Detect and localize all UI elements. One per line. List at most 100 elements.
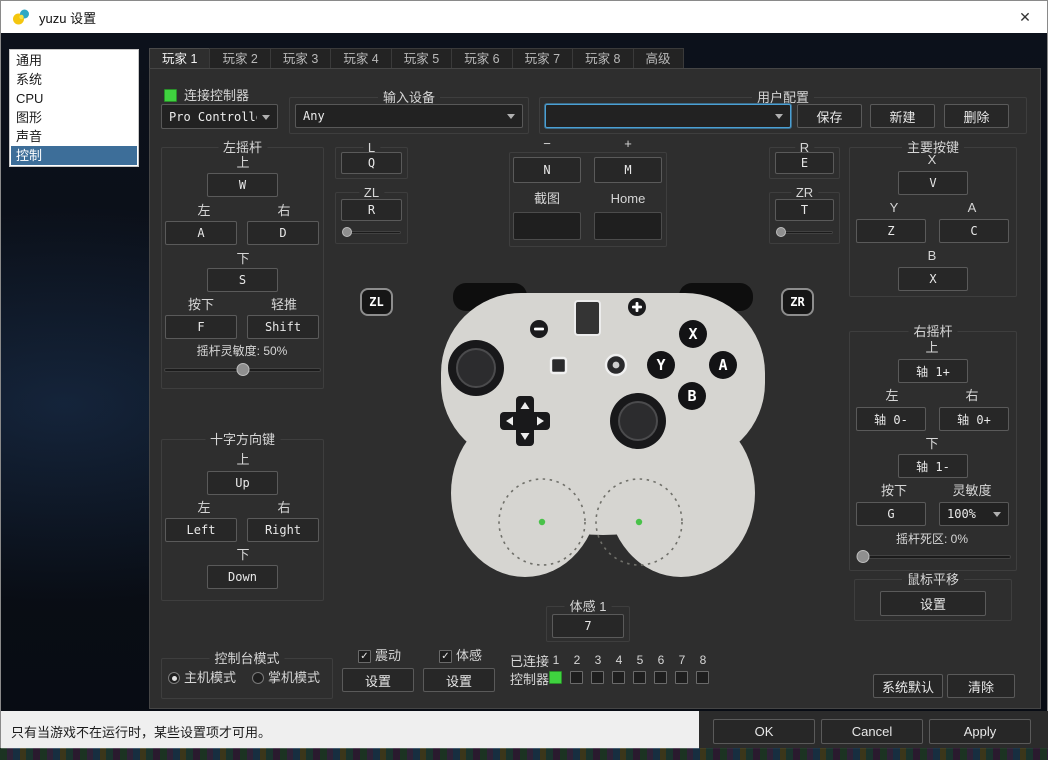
slider-groove bbox=[857, 555, 1011, 559]
face-y-button[interactable]: Z bbox=[856, 219, 926, 243]
motion-1-button[interactable]: 7 bbox=[552, 614, 624, 638]
close-icon[interactable]: ✕ bbox=[1003, 1, 1047, 33]
right-stick-sensitivity-label: 灵敏度 bbox=[952, 483, 992, 498]
left-stick-right-button[interactable]: D bbox=[247, 221, 319, 245]
right-stick-sensitivity-select[interactable]: 100% bbox=[939, 502, 1009, 526]
vibration-checkbox[interactable]: ✓ bbox=[358, 650, 371, 663]
right-stick-left-button[interactable]: 轴 0- bbox=[856, 407, 926, 431]
dpad-left-button[interactable]: Left bbox=[165, 518, 237, 542]
right-stick-right-button[interactable]: 轴 0+ bbox=[939, 407, 1009, 431]
right-stick-press-button[interactable]: G bbox=[856, 502, 926, 526]
docked-mode-radio[interactable] bbox=[168, 672, 180, 684]
right-stick-up-label: 上 bbox=[925, 340, 939, 355]
connected-label-line2: 控制器 bbox=[510, 672, 550, 687]
zl-button[interactable]: R bbox=[341, 199, 402, 221]
connected-controller-checkbox-7[interactable] bbox=[675, 671, 688, 684]
tab-player-2[interactable]: 玩家 2 bbox=[209, 48, 270, 69]
dpad-down-button[interactable]: Down bbox=[207, 565, 278, 589]
sidebar-item-cpu[interactable]: CPU bbox=[11, 89, 137, 108]
left-stick-press-button[interactable]: F bbox=[165, 315, 237, 339]
player-tabs: 玩家 1 玩家 2 玩家 3 玩家 4 玩家 5 玩家 6 玩家 7 玩家 8 … bbox=[149, 48, 684, 69]
profile-delete-button[interactable]: 删除 bbox=[944, 104, 1009, 128]
left-stick-modifier-label: 轻推 bbox=[270, 297, 298, 312]
connected-controller-checkbox-6[interactable] bbox=[654, 671, 667, 684]
chevron-down-icon bbox=[507, 114, 515, 119]
minus-mapping-button[interactable]: N bbox=[513, 157, 581, 183]
controller-type-select[interactable]: Pro Controller bbox=[161, 104, 278, 129]
restore-defaults-button[interactable]: 系统默认 bbox=[873, 674, 943, 698]
right-stick-up-button[interactable]: 轴 1+ bbox=[898, 359, 968, 383]
left-stick-range-slider[interactable] bbox=[164, 363, 321, 377]
sidebar-item-controls[interactable]: 控制 bbox=[11, 146, 137, 165]
yuzu-logo-icon bbox=[13, 9, 29, 25]
apply-button[interactable]: Apply bbox=[929, 719, 1031, 744]
connected-controller-checkbox-8[interactable] bbox=[696, 671, 709, 684]
face-b-button[interactable]: X bbox=[898, 267, 968, 291]
check-icon: ✓ bbox=[441, 651, 450, 662]
controller-number-3: 3 bbox=[594, 653, 602, 667]
motion-checkbox[interactable]: ✓ bbox=[439, 650, 452, 663]
connected-controller-checkbox-2[interactable] bbox=[570, 671, 583, 684]
clear-button[interactable]: 清除 bbox=[947, 674, 1015, 698]
right-stick-left-label: 左 bbox=[885, 388, 899, 403]
zr-threshold-slider-handle[interactable] bbox=[776, 227, 787, 237]
profile-select[interactable] bbox=[545, 104, 791, 128]
left-stick-down-button[interactable]: S bbox=[207, 268, 278, 292]
tab-player-7[interactable]: 玩家 7 bbox=[511, 48, 573, 69]
face-a-button[interactable]: C bbox=[939, 219, 1009, 243]
left-stick-modifier-button[interactable]: Shift bbox=[247, 315, 319, 339]
zl-threshold-slider-handle[interactable] bbox=[342, 227, 353, 237]
right-stick-down-button[interactable]: 轴 1- bbox=[898, 454, 968, 478]
tab-player-3[interactable]: 玩家 3 bbox=[269, 48, 331, 69]
plus-mapping-button[interactable]: M bbox=[594, 157, 662, 183]
cancel-button[interactable]: Cancel bbox=[821, 719, 923, 744]
face-y-label: Y bbox=[889, 200, 899, 215]
home-mapping-button[interactable] bbox=[594, 212, 662, 240]
connected-controller-checkbox-5[interactable] bbox=[633, 671, 646, 684]
sidebar-item-system[interactable]: 系统 bbox=[11, 70, 137, 89]
tab-player-6[interactable]: 玩家 6 bbox=[451, 48, 512, 69]
connected-controller-checkbox-4[interactable] bbox=[612, 671, 625, 684]
ok-button[interactable]: OK bbox=[713, 719, 815, 744]
motion-settings-button[interactable]: 设置 bbox=[423, 668, 495, 692]
mouse-panning-settings-button[interactable]: 设置 bbox=[880, 591, 986, 616]
right-stick-deadzone-slider[interactable] bbox=[856, 550, 1011, 564]
docked-mode-label: 主机模式 bbox=[184, 670, 237, 685]
sidebar-item-audio[interactable]: 声音 bbox=[11, 127, 137, 146]
connect-controller-checkbox[interactable] bbox=[164, 89, 177, 102]
input-device-select[interactable]: Any bbox=[295, 104, 523, 128]
connected-controller-checkbox-1[interactable] bbox=[549, 671, 562, 684]
right-stick-deadzone-slider-handle[interactable] bbox=[856, 550, 870, 563]
sidebar-item-general[interactable]: 通用 bbox=[11, 51, 137, 70]
controller-number-7: 7 bbox=[678, 653, 686, 667]
left-stick-range-slider-handle[interactable] bbox=[236, 363, 249, 376]
tab-advanced[interactable]: 高级 bbox=[632, 48, 684, 69]
zl-threshold-slider[interactable] bbox=[342, 227, 401, 238]
tab-player-5[interactable]: 玩家 5 bbox=[390, 48, 452, 69]
zr-button[interactable]: T bbox=[775, 199, 834, 221]
capture-mapping-button[interactable] bbox=[513, 212, 581, 240]
handheld-mode-radio[interactable] bbox=[252, 672, 264, 684]
l-button[interactable]: Q bbox=[341, 152, 402, 174]
tab-player-8[interactable]: 玩家 8 bbox=[572, 48, 633, 69]
dpad-up-button[interactable]: Up bbox=[207, 471, 278, 495]
profile-new-button[interactable]: 新建 bbox=[870, 104, 935, 128]
tab-player-4[interactable]: 玩家 4 bbox=[330, 48, 391, 69]
left-stick-up-button[interactable]: W bbox=[207, 173, 278, 197]
face-x-button[interactable]: V bbox=[898, 171, 968, 195]
profile-save-button[interactable]: 保存 bbox=[797, 104, 862, 128]
r-button[interactable]: E bbox=[775, 152, 834, 174]
vibration-settings-button[interactable]: 设置 bbox=[342, 668, 414, 692]
y-button-glyph: Y bbox=[656, 356, 665, 374]
zl-badge: ZL bbox=[360, 288, 393, 316]
sidebar-item-graphics[interactable]: 图形 bbox=[11, 108, 137, 127]
dpad-right-button[interactable]: Right bbox=[247, 518, 319, 542]
tab-player-1[interactable]: 玩家 1 bbox=[149, 48, 210, 69]
left-stick-left-button[interactable]: A bbox=[165, 221, 237, 245]
connected-label-line1: 已连接 bbox=[510, 654, 550, 669]
left-stick-range-label: 摇杆灵敏度: 50% bbox=[196, 344, 288, 358]
zr-threshold-slider[interactable] bbox=[776, 227, 833, 238]
right-stick-right-label: 右 bbox=[965, 388, 979, 403]
dpad-right-label: 右 bbox=[277, 500, 291, 515]
connected-controller-checkbox-3[interactable] bbox=[591, 671, 604, 684]
